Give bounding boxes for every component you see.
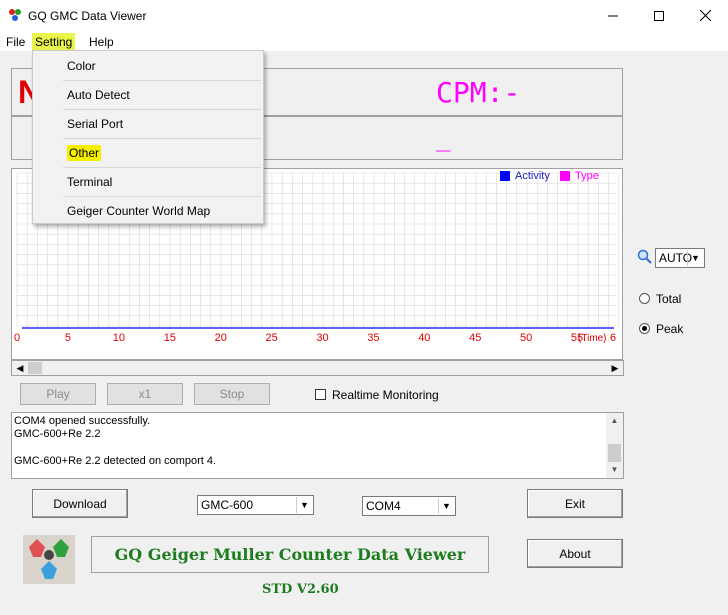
port-select-value: COM4 [366, 499, 401, 513]
scroll-left-icon[interactable]: ◀ [12, 361, 28, 375]
log-line: GMC-600+Re 2.2 detected on comport 4. [14, 454, 217, 467]
zoom-icon [637, 249, 652, 264]
x-axis-unit-label: (Time) [578, 333, 607, 344]
scroll-up-icon[interactable]: ▲ [606, 414, 623, 428]
legend-label-activity: Activity [515, 170, 550, 182]
radio-peak-label: Peak [656, 322, 684, 336]
download-button[interactable]: Download [32, 489, 128, 518]
menu-item-other-label: Other [67, 144, 102, 161]
maximize-button[interactable] [636, 0, 682, 31]
x-tick-label: 15 [164, 332, 176, 344]
cpm-label: CPM:- [436, 76, 521, 109]
x-tick-label: 0 [14, 332, 20, 344]
log-line: GMC-600+Re 2.2 [14, 428, 101, 441]
x-tick-label: 40 [418, 332, 430, 344]
play-button[interactable]: Play [20, 383, 96, 405]
menu-item-terminal[interactable]: Terminal [33, 167, 263, 196]
app-banner: GQ Geiger Muller Counter Data Viewer [91, 536, 489, 573]
stop-button[interactable]: Stop [194, 383, 270, 405]
cpm-value: _ [436, 124, 451, 152]
x-tick-label: 30 [316, 332, 328, 344]
menu-item-other[interactable]: Other [33, 138, 263, 167]
radio-total[interactable] [639, 293, 650, 304]
x-tick-label: 5 [65, 332, 71, 344]
realtime-checkbox[interactable] [315, 389, 326, 400]
title-bar: GQ GMC Data Viewer [0, 0, 728, 31]
x-tick-label: 35 [367, 332, 379, 344]
minimize-icon [608, 15, 618, 16]
logo-icon [29, 539, 69, 579]
menu-item-world-map[interactable]: Geiger Counter World Map [33, 196, 263, 225]
version-label: STD V2.60 [262, 582, 339, 597]
legend-type: Type [560, 170, 599, 182]
menu-item-color[interactable]: Color [33, 51, 263, 80]
chevron-down-icon: ▼ [296, 497, 312, 513]
x-tick-label: 10 [113, 332, 125, 344]
chevron-down-icon: ▼ [687, 250, 703, 266]
scroll-down-icon[interactable]: ▼ [606, 463, 623, 477]
log-scrollbar[interactable]: ▲ ▼ [606, 413, 623, 478]
close-icon [699, 10, 711, 21]
radio-total-label: Total [656, 292, 682, 306]
scale-select[interactable]: AUTO ▼ [655, 248, 705, 268]
menu-bar: File Setting Help [0, 31, 728, 51]
log-scroll-thumb[interactable] [608, 444, 621, 462]
radio-peak[interactable] [639, 323, 650, 334]
menu-file[interactable]: File [3, 33, 28, 51]
model-select-value: GMC-600 [201, 498, 254, 512]
close-button[interactable] [682, 0, 728, 31]
x-tick-label: 45 [469, 332, 481, 344]
about-button[interactable]: About [527, 539, 623, 568]
maximize-icon [654, 10, 664, 21]
app-logo [23, 535, 75, 584]
legend-activity: Activity [500, 170, 550, 182]
menu-setting[interactable]: Setting [32, 33, 76, 51]
legend-swatch-activity [500, 171, 510, 181]
legend-label-type: Type [575, 170, 599, 182]
port-select[interactable]: COM4 ▼ [362, 496, 456, 516]
x-tick-label: 20 [215, 332, 227, 344]
minimize-button[interactable] [590, 0, 636, 31]
menu-help[interactable]: Help [86, 33, 117, 51]
model-select[interactable]: GMC-600 ▼ [197, 495, 314, 515]
menu-item-auto-detect[interactable]: Auto Detect [33, 80, 263, 109]
menu-item-serial-port[interactable]: Serial Port [33, 109, 263, 138]
setting-menu: Color Auto Detect Serial Port Other Term… [32, 50, 264, 224]
scroll-thumb[interactable] [28, 362, 42, 374]
chart-scrollbar[interactable]: ◀ ▶ [11, 360, 624, 376]
x-axis-end-label: 6 [610, 332, 616, 344]
x-tick-label: 25 [266, 332, 278, 344]
log-textbox[interactable]: COM4 opened successfully. GMC-600+Re 2.2… [11, 412, 624, 479]
exit-button[interactable]: Exit [527, 489, 623, 518]
legend-swatch-type [560, 171, 570, 181]
window-title: GQ GMC Data Viewer [28, 9, 147, 23]
log-line: COM4 opened successfully. [14, 415, 151, 427]
x-tick-label: 50 [520, 332, 532, 344]
speed-button[interactable]: x1 [107, 383, 183, 405]
app-icon [9, 9, 21, 21]
realtime-label: Realtime Monitoring [332, 388, 439, 402]
scroll-right-icon[interactable]: ▶ [607, 361, 623, 375]
chevron-down-icon: ▼ [438, 498, 454, 514]
